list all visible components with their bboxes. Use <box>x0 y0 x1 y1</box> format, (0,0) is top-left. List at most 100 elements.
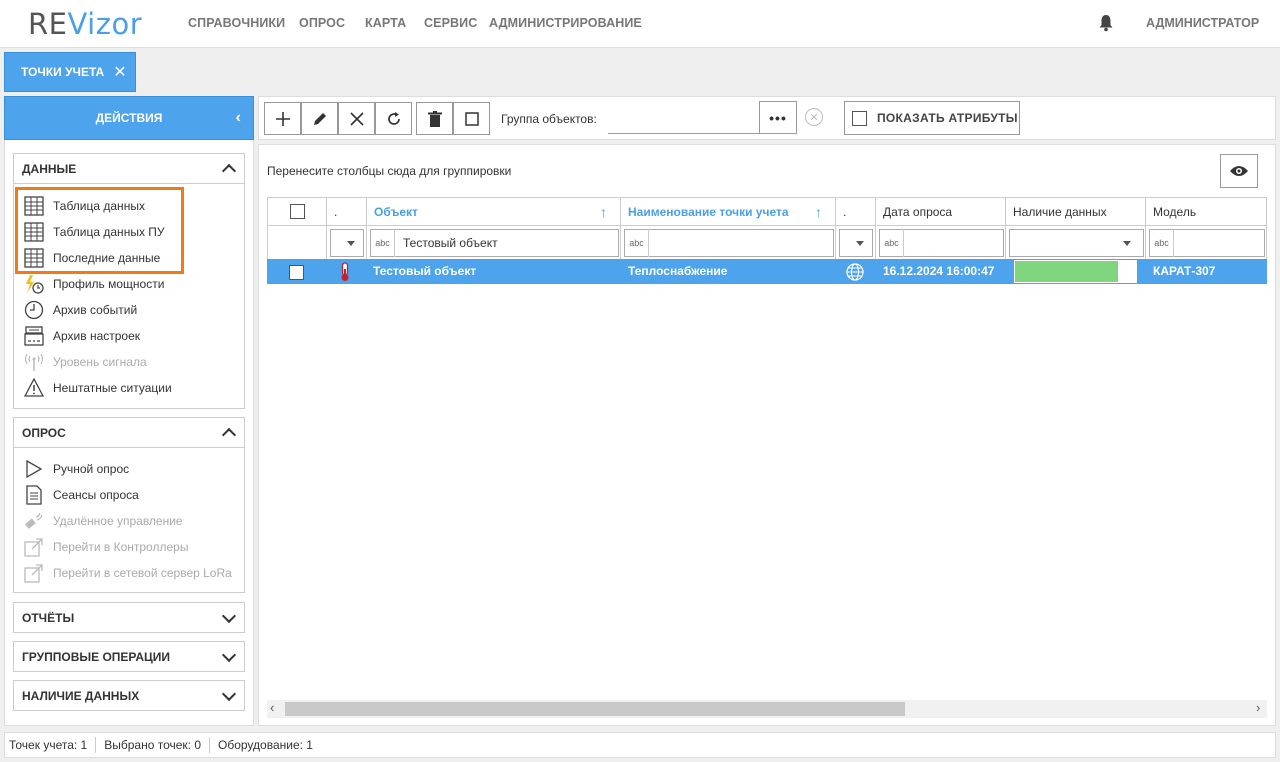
cancel-button[interactable] <box>338 102 375 135</box>
collapse-left-icon[interactable]: ‹ <box>236 109 241 127</box>
power-profile-icon <box>24 274 44 294</box>
external-link-icon <box>24 537 44 557</box>
nav-polling[interactable]: ОПРОС <box>299 16 345 30</box>
chevron-down-icon <box>221 686 237 701</box>
scrollbar-thumb[interactable] <box>285 702 905 716</box>
thermometer-icon <box>341 262 349 281</box>
header-data-presence[interactable]: Наличие данных <box>1005 197 1146 226</box>
scroll-right-icon[interactable]: › <box>1256 700 1260 715</box>
menu-remote-control[interactable]: Удалённое управление <box>24 510 183 532</box>
section-data-title: ДАННЫЕ <box>22 161 77 176</box>
header-network[interactable]: . <box>835 197 876 226</box>
section-group-operations[interactable]: ГРУППОВЫЕ ОПЕРАЦИИ <box>13 641 245 672</box>
select-button[interactable] <box>453 102 490 135</box>
menu-go-controllers[interactable]: Перейти в Контроллеры <box>24 536 188 558</box>
menu-emergencies[interactable]: Нештатные ситуации <box>24 377 172 399</box>
plus-icon <box>275 111 290 126</box>
menu-power-profile[interactable]: Профиль мощности <box>24 273 164 295</box>
warning-icon <box>24 378 44 398</box>
filter-type <box>326 226 367 260</box>
object-group-browse-button[interactable]: ••• <box>759 101 797 134</box>
group-drop-area[interactable]: Перенесите столбцы сюда для группировки <box>267 164 511 178</box>
trash-icon <box>427 110 442 127</box>
checkbox-icon <box>464 111 479 126</box>
nav-administration[interactable]: АДМИНИСТРИРОВАНИЕ <box>489 16 642 30</box>
filter-object-input[interactable]: abc Тестовый объект <box>370 229 619 257</box>
nav-directories[interactable]: СПРАВОЧНИКИ <box>188 16 285 30</box>
text-filter-icon[interactable]: abc <box>880 229 904 257</box>
section-data-presence[interactable]: НАЛИЧИЕ ДАННЫХ <box>13 680 245 711</box>
menu-item-label: Архив событий <box>53 303 138 317</box>
revizor-logo[interactable]: REVizor <box>28 7 142 41</box>
menu-event-archive[interactable]: Архив событий <box>24 299 137 321</box>
globe-icon <box>846 263 864 281</box>
header-model[interactable]: Модель <box>1145 197 1267 226</box>
menu-poll-sessions[interactable]: Сеансы опроса <box>24 484 139 506</box>
document-icon <box>24 485 44 505</box>
row-checkbox[interactable] <box>289 265 304 280</box>
filter-poll-date: abc <box>875 226 1006 260</box>
header-point-name[interactable]: Наименование точки учета ↑ <box>620 197 836 226</box>
show-attributes-label: ПОКАЗАТЬ АТРИБУТЫ <box>877 111 1018 125</box>
section-poll-header[interactable]: ОПРОС <box>14 418 244 448</box>
filter-point-name-input[interactable]: abc <box>624 229 834 257</box>
header-poll-date[interactable]: Дата опроса <box>875 197 1006 226</box>
menu-item-label: Архив настроек <box>53 329 141 343</box>
object-group-label: Группа объектов: <box>501 112 597 126</box>
close-icon <box>349 111 364 126</box>
menu-item-label: Перейти в Контроллеры <box>53 540 189 554</box>
actions-label: ДЕЙСТВИЯ <box>95 111 163 125</box>
signal-icon <box>24 352 44 372</box>
filter-object: abc Тестовый объект <box>366 226 621 260</box>
external-link-icon <box>24 563 44 583</box>
menu-manual-poll[interactable]: Ручной опрос <box>24 458 129 480</box>
clock-icon <box>24 300 44 320</box>
object-group-input[interactable] <box>608 101 760 134</box>
nav-map[interactable]: КАРТА <box>365 16 406 30</box>
delete-button[interactable] <box>416 102 453 135</box>
section-data-header[interactable]: ДАННЫЕ <box>14 154 244 184</box>
status-divider <box>95 737 97 753</box>
actions-header[interactable]: ДЕЙСТВИЯ ‹ <box>4 96 254 140</box>
user-menu[interactable]: АДМИНИСТРАТОР <box>1146 16 1259 30</box>
text-filter-icon[interactable]: abc <box>1150 229 1174 257</box>
cell-point-name: Теплоснабжение <box>628 264 728 278</box>
section-poll-title: ОПРОС <box>22 425 66 440</box>
object-group-clear-button[interactable]: ✕ <box>805 108 823 126</box>
filter-presence-dropdown[interactable] <box>1009 229 1144 257</box>
data-presence-fill <box>1015 261 1118 282</box>
text-filter-icon[interactable]: abc <box>371 229 395 257</box>
header-type[interactable]: . <box>326 197 367 226</box>
add-button[interactable] <box>264 102 301 135</box>
nav-service[interactable]: СЕРВИС <box>424 16 477 30</box>
play-icon <box>24 459 44 479</box>
scroll-left-icon[interactable]: ‹ <box>270 700 274 715</box>
chevron-down-icon <box>221 647 237 662</box>
tab-metering-points[interactable]: ТОЧКИ УЧЕТА ✕ <box>4 52 136 92</box>
eye-icon <box>1230 166 1248 176</box>
highlight-box <box>15 187 184 274</box>
header-object[interactable]: Объект ↑ <box>366 197 621 226</box>
menu-go-lora[interactable]: Перейти в сетевой сервер LoRa <box>24 562 232 584</box>
edit-button[interactable] <box>301 102 338 135</box>
section-reports[interactable]: ОТЧЁТЫ <box>13 602 245 633</box>
column-visibility-button[interactable] <box>1220 154 1258 188</box>
header-select-all[interactable] <box>267 197 327 226</box>
caret-down-icon <box>856 240 864 246</box>
show-attributes-button[interactable]: ПОКАЗАТЬ АТРИБУТЫ <box>844 101 1020 135</box>
filter-poll-date-input[interactable]: abc <box>879 229 1004 257</box>
menu-settings-archive[interactable]: Архив настроек <box>24 325 140 347</box>
bell-icon[interactable] <box>1098 14 1114 32</box>
filter-network-dropdown[interactable] <box>839 229 873 257</box>
filter-type-dropdown[interactable] <box>330 229 364 257</box>
close-icon[interactable]: ✕ <box>113 62 126 82</box>
text-filter-icon[interactable]: abc <box>625 229 649 257</box>
status-divider <box>209 737 210 753</box>
refresh-button[interactable] <box>375 102 412 135</box>
menu-item-label: Уровень сигнала <box>53 355 147 369</box>
menu-signal-level[interactable]: Уровень сигнала <box>24 351 147 373</box>
logo-text-accent: Vizor <box>67 7 143 41</box>
sort-asc-icon: ↑ <box>600 204 607 220</box>
filter-model-input[interactable]: abc <box>1149 229 1265 257</box>
remote-icon <box>24 511 44 531</box>
